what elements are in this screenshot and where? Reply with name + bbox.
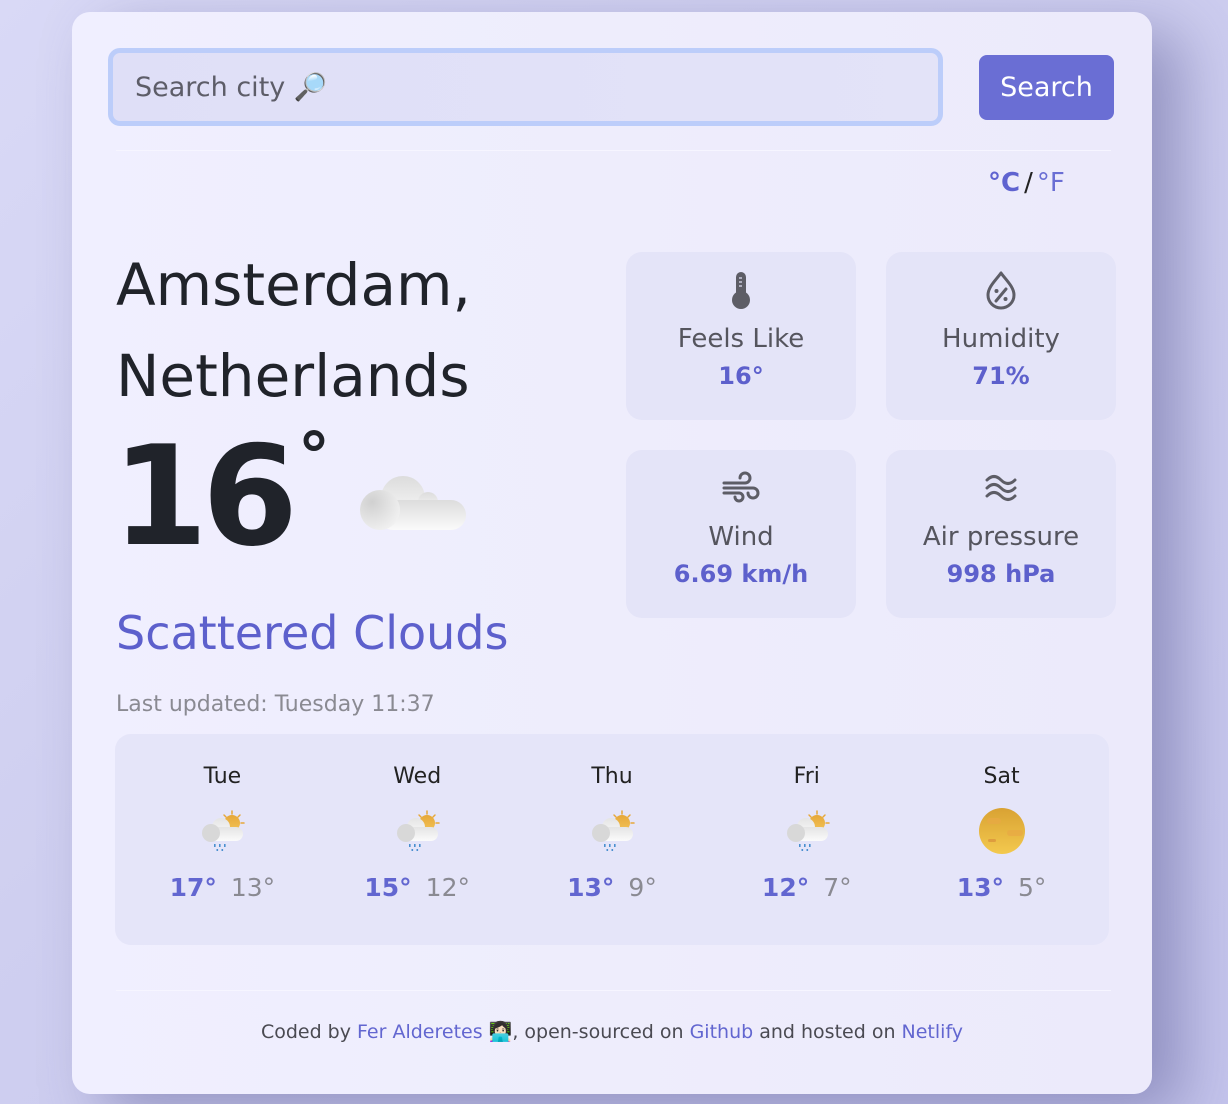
feels-like-value: 16°	[718, 362, 764, 390]
forecast-temps: 15° 12°	[327, 873, 507, 902]
forecast-max: 13°	[567, 873, 615, 902]
forecast-day-name: Wed	[393, 764, 442, 789]
weather-description: Scattered Clouds	[116, 606, 509, 660]
sun-cloud-rain-icon	[327, 801, 507, 861]
weather-card: Search °C/°F Amsterdam, Netherlands 16 °	[72, 12, 1152, 1094]
forecast-max: 15°	[364, 873, 412, 902]
footer-text: , open-sourced on	[512, 1021, 690, 1043]
forecast-day-name: Fri	[793, 764, 820, 789]
forecast-min: 12°	[425, 873, 470, 902]
celsius-link[interactable]: °C	[988, 168, 1020, 198]
city-name: Amsterdam, Netherlands	[116, 240, 596, 422]
fahrenheit-link[interactable]: °F	[1037, 168, 1065, 198]
top-divider	[116, 150, 1111, 151]
search-city-input[interactable]	[108, 48, 943, 126]
unit-separator: /	[1024, 168, 1033, 198]
forecast-day: Tue 17° 13°	[132, 734, 312, 945]
cloud-icon	[358, 472, 468, 538]
humidity-label: Humidity	[942, 324, 1060, 354]
footer-text: and hosted on	[753, 1021, 902, 1043]
github-link[interactable]: Github	[690, 1021, 754, 1043]
sun-cloud-rain-icon	[132, 801, 312, 861]
forecast-min: 13°	[230, 873, 276, 902]
forecast-day: Wed 15° 12°	[327, 734, 507, 945]
sun-cloud-rain-icon	[717, 801, 897, 861]
city-line-1: Amsterdam,	[116, 251, 471, 319]
wind-label: Wind	[708, 522, 774, 552]
forecast-day: Fri 12° 7°	[717, 734, 897, 945]
air-pressure-label: Air pressure	[922, 522, 1080, 552]
forecast-temps: 17° 13°	[132, 873, 312, 902]
unit-toggle: °C / °F	[988, 168, 1065, 198]
forecast-max: 17°	[169, 873, 217, 902]
forecast-day-name: Tue	[203, 764, 242, 789]
technologist-emoji: 👩🏻‍💻	[482, 1021, 513, 1043]
bottom-divider	[116, 990, 1111, 991]
humidity-value: 71%	[972, 362, 1030, 390]
author-link[interactable]: Fer Alderetes	[357, 1021, 483, 1043]
current-temperature-row: 16 °	[112, 422, 468, 572]
footer: Coded by Fer Alderetes 👩🏻‍💻, open-source…	[72, 1020, 1152, 1043]
forecast-day: Thu 13° 9°	[522, 734, 702, 945]
forecast-day: Sat 13° 5°	[912, 734, 1092, 945]
last-updated: Last updated: Tuesday 11:37	[116, 692, 435, 717]
wind-icon	[626, 464, 856, 512]
air-pressure-tile: Air pressure 998 hPa	[886, 450, 1116, 618]
city-line-2: Netherlands	[116, 342, 470, 410]
search-button[interactable]: Search	[979, 55, 1114, 120]
humidity-drop-icon	[886, 266, 1116, 314]
wind-tile: Wind 6.69 km/h	[626, 450, 856, 618]
sun-icon	[912, 801, 1092, 861]
forecast-day-name: Thu	[591, 764, 633, 789]
current-temperature: 16	[112, 416, 298, 577]
forecast-day-name: Sat	[983, 764, 1020, 789]
degree-symbol: °	[298, 420, 331, 494]
netlify-link[interactable]: Netlify	[902, 1021, 964, 1043]
air-pressure-value: 998 hPa	[946, 560, 1056, 588]
footer-text: Coded by	[260, 1021, 358, 1043]
forecast-min: 9°	[628, 873, 657, 902]
forecast-panel: Tue 17° 13° Wed 15° 12° Thu 13° 9° Fri 1…	[115, 734, 1109, 945]
feels-like-label: Feels Like	[677, 324, 805, 354]
forecast-temps: 12° 7°	[717, 873, 897, 902]
forecast-min: 5°	[1018, 873, 1047, 902]
wind-value: 6.69 km/h	[673, 560, 809, 588]
forecast-max: 13°	[956, 873, 1005, 902]
forecast-temps: 13° 5°	[912, 873, 1092, 902]
forecast-temps: 13° 9°	[522, 873, 702, 902]
thermometer-icon	[626, 266, 856, 314]
forecast-max: 12°	[761, 873, 810, 902]
forecast-min: 7°	[823, 873, 852, 902]
humidity-tile: Humidity 71%	[886, 252, 1116, 420]
pressure-waves-icon	[886, 464, 1116, 512]
sun-cloud-rain-icon	[522, 801, 702, 861]
feels-like-tile: Feels Like 16°	[626, 252, 856, 420]
